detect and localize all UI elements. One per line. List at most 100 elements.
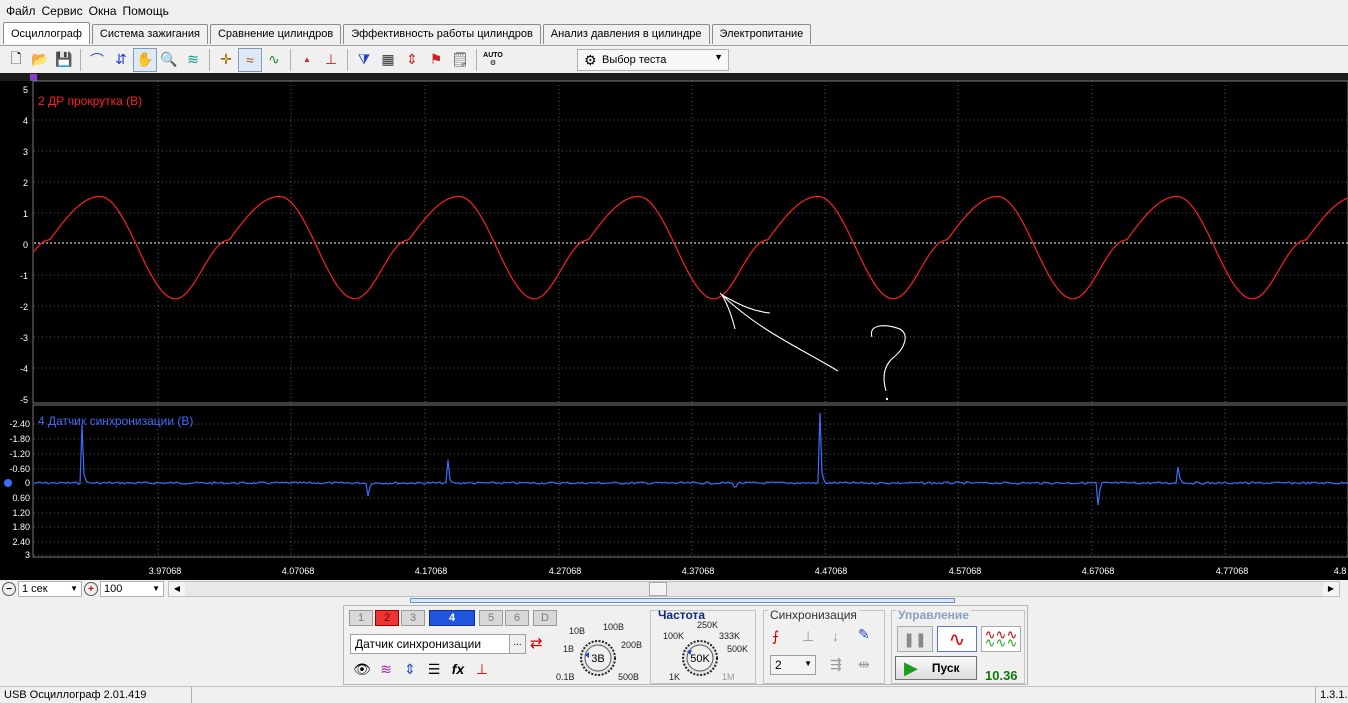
auto-scale-icon[interactable]: ▲ [295, 48, 319, 72]
tab-pressure-analysis[interactable]: Анализ давления в цилиндре [542, 24, 710, 44]
continuous-wave-icon[interactable]: ∿∿∿ ∿∿∿ [981, 626, 1021, 652]
ch4-axis: -2.40-1.80-1.20-0.6000.601.201.802.403 [9, 419, 30, 560]
play-icon: ▶ [904, 657, 918, 678]
start-button-label: Пуск [931, 661, 960, 675]
tab-cylinder-efficiency[interactable]: Эффективность работы цилиндров [343, 24, 541, 44]
menu-windows[interactable]: Окна [86, 4, 120, 18]
tab-power-supply[interactable]: Электропитание [711, 24, 812, 44]
ch4-tick-label: -2.40 [9, 419, 30, 429]
test-select-dropdown[interactable]: ⚙ Выбор теста ▼ [577, 48, 729, 71]
menu-help[interactable]: Помощь [120, 4, 172, 18]
eye-icon[interactable]: 👁 [350, 658, 374, 680]
vertical-move-icon[interactable]: ⇕ [398, 658, 422, 680]
new-file-icon[interactable]: 🗋 [4, 48, 28, 72]
sync-channel-select[interactable]: 2 ▼ [770, 655, 816, 675]
time-tick-label: 4.8 [1334, 566, 1347, 576]
app-window: Файл Сервис Окна Помощь Осциллограф Сист… [0, 0, 1348, 703]
tab-cylinder-compare[interactable]: Сравнение цилиндров [209, 24, 342, 44]
marker-filter-icon[interactable]: ⧩ [352, 48, 376, 72]
ch2-plot-area [32, 80, 1348, 404]
trigger-marker-icon[interactable] [30, 74, 37, 81]
freq-label-500k: 500K [727, 644, 749, 654]
ch2-tick-label: 3 [23, 147, 28, 157]
notes-icon[interactable]: 🗒 [448, 48, 472, 72]
sync-position-icon[interactable]: ⇹ [858, 656, 870, 673]
sensor-browse-button[interactable]: ... [509, 635, 525, 653]
tab-oscilloscope[interactable]: Осциллограф [3, 22, 90, 44]
timebase-row: − 1 сек ▼ + 100 ▼ ◀ ▶ [0, 580, 1348, 598]
time-axis-strip [0, 558, 1348, 581]
status-build: 1.3.1. [1320, 689, 1348, 701]
sync-auto-icon[interactable]: ✎ [858, 626, 870, 643]
menu-service[interactable]: Сервис [39, 4, 86, 18]
channel-5-button[interactable]: 5 [479, 610, 503, 626]
open-folder-icon[interactable]: 📂 [28, 48, 52, 72]
pause-icon[interactable]: ❚❚ [897, 626, 933, 652]
time-scrollbar[interactable]: ◀ ▶ [168, 581, 1340, 597]
wave-overlay-icon[interactable]: ∿ [262, 48, 286, 72]
panel-splitter[interactable] [410, 598, 955, 603]
freq-label-1k: 1K [669, 672, 681, 682]
ch2-tick-label: -2 [20, 302, 28, 312]
toolbar-separator [290, 48, 291, 71]
channel-3-button[interactable]: 3 [401, 610, 425, 626]
ch2-tick-label: -5 [20, 395, 28, 405]
split-line-icon[interactable]: ⇕ [400, 48, 424, 72]
ch2-axis: 5 4 3 2 1 0 -1 -2 -3 -4 -5 [20, 85, 28, 405]
sync-up-icon[interactable]: ⊥ [802, 628, 814, 645]
freq-label-1m: 1M [722, 672, 735, 682]
flag-add-icon[interactable]: ⚑ [424, 48, 448, 72]
grid-lines-icon[interactable]: ☰ [422, 658, 446, 680]
tab-ignition[interactable]: Система зажигания [91, 24, 208, 44]
channel-d-button[interactable]: D [533, 610, 557, 626]
channel-6-button[interactable]: 6 [505, 610, 529, 626]
single-wave-icon[interactable]: ∿ [937, 626, 977, 652]
filter-icon[interactable]: ≋ [181, 48, 205, 72]
sync-down-icon[interactable]: ↓ [832, 628, 839, 644]
ch2-tick-label: 4 [23, 116, 28, 126]
table-icon[interactable]: ▦ [376, 48, 400, 72]
time-tick-label: 3.97068 [149, 566, 182, 576]
zoom-in-icon[interactable]: + [84, 582, 98, 596]
cursor-arc-icon[interactable]: ⌒ [85, 48, 109, 72]
sensor-config-icon[interactable]: ⇄ [530, 634, 543, 652]
cursor-measure-icon[interactable]: ⇵ [109, 48, 133, 72]
channel-1-button[interactable]: 1 [349, 610, 373, 626]
auto-mode-icon[interactable]: AUTO ⚙ [481, 48, 505, 72]
voltage-label-1v: 1В [563, 644, 575, 654]
zero-offset-icon[interactable]: ⊥ [319, 48, 343, 72]
ch2-tick-label: 0 [23, 240, 28, 250]
chevron-down-icon: ▼ [70, 584, 78, 593]
save-icon[interactable]: 💾 [52, 48, 76, 72]
scroll-thumb[interactable] [649, 582, 667, 596]
oscilloscope-display[interactable]: 5 4 3 2 1 0 -1 -2 -3 -4 -5 -2.40 -1.80 -1.20 -0.60 0 0.… [0, 73, 1348, 581]
scroll-left-icon[interactable]: ◀ [169, 582, 185, 596]
toolbar: 🗋 📂 💾 ⌒ ⇵ ✋ 🔍 ≋ ✛ ≈ ∿ ▲ ⊥ ⧩ ▦ ⇕ ⚑ 🗒 AUTO… [0, 45, 1348, 73]
start-button[interactable]: ▶ Пуск [895, 656, 977, 680]
menu-file[interactable]: Файл [3, 4, 39, 18]
freq-label-100k: 100K [663, 631, 685, 641]
ch4-tick-label: 2.40 [12, 537, 30, 547]
sync-level-icon[interactable]: ⇶ [830, 656, 842, 673]
sensor-field[interactable]: Датчик синхронизации ... [350, 634, 526, 654]
channel-2-button[interactable]: 2 [375, 610, 399, 626]
ch4-offset-marker[interactable] [4, 479, 12, 487]
sync-rising-icon[interactable]: ⨍ [772, 628, 779, 645]
scroll-right-icon[interactable]: ▶ [1323, 582, 1339, 596]
voltage-label-100v: 100В [603, 622, 625, 632]
ch4-plot-area [32, 404, 1348, 558]
marker-strip [0, 73, 1348, 81]
function-icon[interactable]: fx [446, 658, 470, 680]
zoom-select[interactable]: 100 ▼ [100, 581, 164, 597]
center-cross-icon[interactable]: ✛ [214, 48, 238, 72]
channel-4-button[interactable]: 4 [429, 610, 475, 626]
hand-pan-icon[interactable]: ✋ [133, 47, 157, 72]
timebase-select[interactable]: 1 сек ▼ [18, 581, 82, 597]
invert-icon[interactable]: ⊥ [470, 658, 494, 680]
zoom-out-icon[interactable]: − [2, 582, 16, 596]
wave-stack-icon[interactable]: ≈ [238, 47, 262, 72]
ch2-tick-label: -3 [20, 333, 28, 343]
zoom-icon[interactable]: 🔍 [157, 48, 181, 72]
voltage-label-500v: 500В [618, 672, 640, 682]
noise-filter-icon[interactable]: ≋ [374, 658, 398, 680]
